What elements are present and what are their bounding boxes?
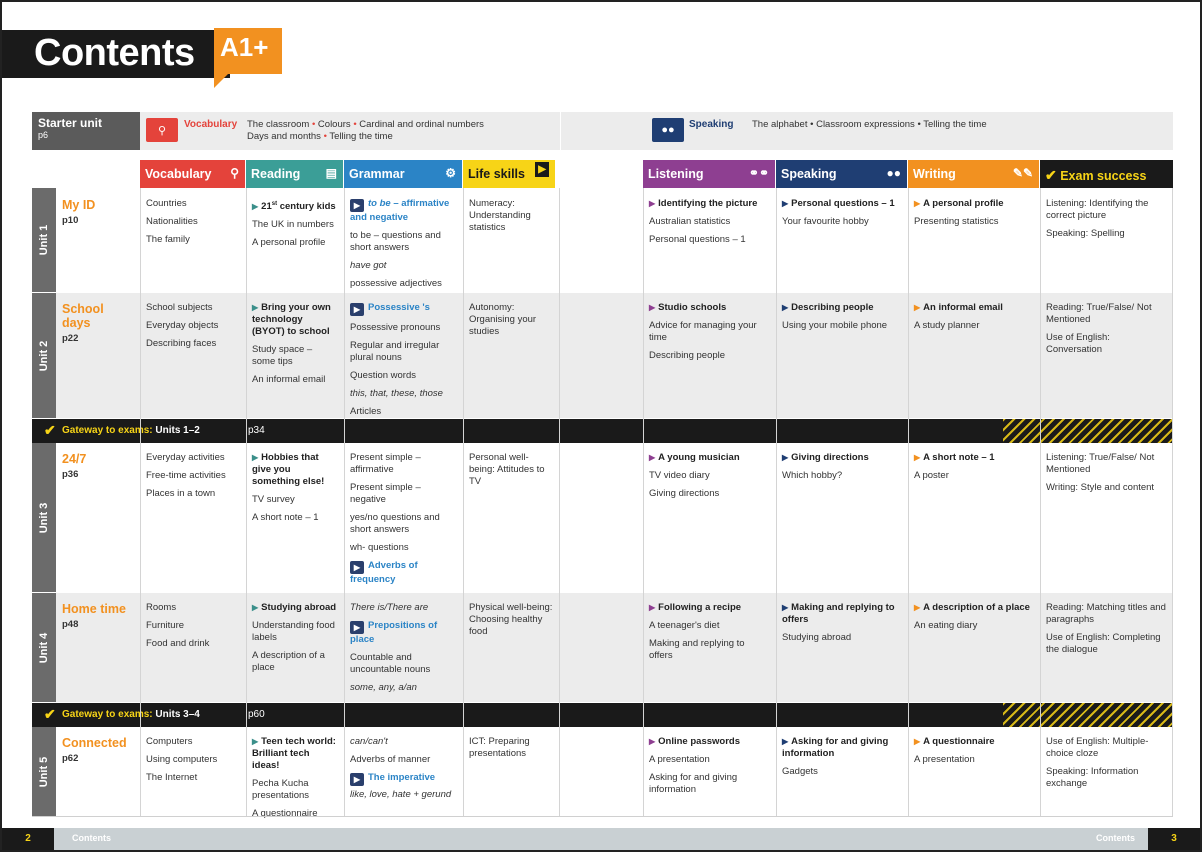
unit-1-vocabulary: Countries Nationalities The family	[146, 198, 198, 245]
level-badge-tail	[214, 74, 228, 88]
unit-4-life-skills: Physical well-being: Choosing healthy fo…	[469, 602, 553, 637]
unit-5-grammar: can/can't Adverbs of manner ▶ The imperati…	[350, 736, 452, 800]
unit-2-grammar: ▶ Possessive 's Possessive pronouns Regula…	[350, 302, 443, 417]
starter-vocab-keyword: Vocabulary	[184, 119, 238, 130]
col-header-life-skills: Life skills ▶	[463, 160, 555, 188]
unit-3-listening: A young musicianTV video diaryGiving dir…	[643, 448, 776, 510]
col-header-grammar: Grammar ⚙	[344, 160, 462, 188]
unit-2-exam: Reading: True/False/ Not Mentioned Use of…	[1046, 302, 1152, 355]
unit-4-title-cell: Home time p48	[62, 602, 126, 630]
unit-3-reading: Hobbies that give you something else!TV …	[246, 448, 344, 534]
video-icon: ▶	[350, 621, 364, 634]
unit-2-listening: Studio schoolsAdvice for managing your t…	[643, 298, 776, 372]
unit-5-writing: A questionnaireA presentation	[908, 732, 1040, 776]
unit-5-exam: Use of English: Multiple-choice cloze Spe…	[1046, 736, 1149, 789]
unit-2-vocabulary: School subjects Everyday objects Describin…	[146, 302, 219, 349]
unit-4-speaking: Making and replying to offersStudying ab…	[776, 598, 908, 654]
unit-1-exam: Listening: Identifying the correct pictu…	[1046, 198, 1149, 239]
page-number-right: 3	[1148, 828, 1200, 850]
unit-5-life-skills: ICT: Preparing presentations	[469, 736, 530, 759]
unit-1-title-cell: My ID p10	[62, 198, 96, 226]
vocabulary-icon: ⚲	[146, 118, 178, 142]
gear-icon: ⚙	[445, 166, 456, 180]
unit-3-writing: A short note – 1A poster	[908, 448, 1040, 492]
starter-vocab-line-2: Days and months • Telling the time	[247, 131, 393, 142]
unit-3-life-skills: Personal well-being: Attitudes to TV	[469, 452, 545, 487]
headphones-icon: ⚭⚭	[748, 166, 769, 180]
col-header-speaking: Speaking ●●	[776, 160, 907, 188]
unit-4-listening: Following a recipeA teenager's dietMakin…	[643, 598, 776, 672]
unit-4-grammar: There is/There are ▶ Prepositions of plac…	[350, 602, 438, 693]
gateway-bar-1[interactable]: ✔ Gateway to exams: Units 1–2 p34	[32, 419, 1173, 443]
unit-2-title-cell: School days p22	[62, 302, 104, 344]
unit-3-title-cell: 24/7 p36	[62, 452, 87, 480]
unit-1-listening: Identifying the pictureAustralian statis…	[643, 194, 776, 256]
magnifier-icon: ⚲	[230, 166, 239, 180]
unit-1-speaking: Personal questions – 1Your favourite hob…	[776, 194, 908, 238]
unit-2-reading: Bring your own technology (BYOT) to scho…	[246, 298, 344, 396]
unit-5-speaking: Asking for and giving informationGadgets	[776, 732, 908, 788]
unit-1-reading: 21st century kids The UK in numbersA per…	[246, 194, 344, 259]
unit-1-writing: A personal profilePresenting statistics	[908, 194, 1040, 238]
video-icon: ▶	[350, 773, 364, 786]
video-icon: ▶	[350, 303, 364, 316]
unit-3-speaking: Giving directionsWhich hobby?	[776, 448, 908, 492]
check-icon: ✔	[44, 422, 56, 438]
starter-speak-keyword: Speaking	[689, 119, 734, 130]
col-header-writing: Writing ✎✎	[908, 160, 1039, 188]
unit-3-side: Unit 3	[32, 443, 56, 592]
unit-1-life-skills: Numeracy: Understanding statistics	[469, 198, 531, 233]
clapperboard-icon: ▶	[535, 162, 549, 177]
col-header-listening: Listening ⚭⚭	[643, 160, 775, 188]
footer-label-right: Contents	[1096, 833, 1135, 843]
col-header-exam-success: ✔ Exam success	[1040, 160, 1173, 188]
unit-1-side: Unit 1	[32, 188, 56, 292]
level-badge: A1+	[214, 28, 282, 74]
unit-5-title-cell: Connected p62	[62, 736, 127, 764]
starter-unit-row: Starter unit p6 ⚲ Vocabulary The classro…	[32, 112, 1173, 150]
unit-4-side: Unit 4	[32, 593, 56, 702]
unit-3-grammar: Present simple – affirmative Present simp…	[350, 452, 440, 585]
unit-4-writing: A description of a placeAn eating diary	[908, 598, 1040, 642]
unit-2-speaking: Describing peopleUsing your mobile phone	[776, 298, 908, 342]
speaking-icon: ●●	[652, 118, 684, 142]
col-header-vocabulary: Vocabulary ⚲	[140, 160, 245, 188]
unit-3-vocabulary: Everyday activities Free-time activities P…	[146, 452, 226, 499]
unit-1-grammar: ▶ to be – affirmative and negative to be …	[350, 198, 450, 289]
pencil-icon: ✎✎	[1012, 166, 1033, 180]
unit-4-vocabulary: Rooms Furniture Food and drink	[146, 602, 210, 649]
page-footer: 2 Contents Contents 3	[2, 828, 1200, 850]
unit-4-reading: Studying abroadUnderstanding food labels…	[246, 598, 344, 684]
video-icon: ▶	[350, 199, 364, 212]
unit-5-side: Unit 5	[32, 727, 56, 816]
speech-bubbles-icon: ●●	[886, 166, 902, 180]
unit-2-writing: An informal emailA study planner	[908, 298, 1040, 342]
book-icon: ▤	[325, 166, 337, 180]
page-number-left: 2	[2, 828, 54, 850]
page-title: Contents	[34, 32, 195, 74]
contents-page: Contents A1+ Starter unit p6 ⚲ Vocabular…	[0, 0, 1202, 852]
col-header-reading: Reading ▤	[246, 160, 343, 188]
unit-2-life-skills: Autonomy: Organising your studies	[469, 302, 537, 337]
unit-2-side: Unit 2	[32, 293, 56, 418]
starter-vocab-line-1: The classroom • Colours • Cardinal and o…	[247, 119, 484, 130]
unit-5-vocabulary: Computers Using computers The Internet	[146, 736, 218, 783]
unit-4-exam: Reading: Matching titles and paragraphs U…	[1046, 602, 1166, 655]
unit-5-listening: Online passwordsA presentationAsking for…	[643, 732, 776, 806]
starter-speak-line: The alphabet • Classroom expressions • T…	[752, 119, 987, 130]
video-icon: ▶	[350, 561, 364, 574]
starter-unit-label: Starter unit p6	[32, 112, 140, 150]
unit-3-exam: Listening: True/False/ Not Mentioned Writ…	[1046, 452, 1155, 493]
check-icon: ✔	[44, 706, 56, 722]
gateway-bar-2[interactable]: ✔ Gateway to exams: Units 3–4 p60	[32, 703, 1173, 727]
footer-label-left: Contents	[72, 833, 111, 843]
